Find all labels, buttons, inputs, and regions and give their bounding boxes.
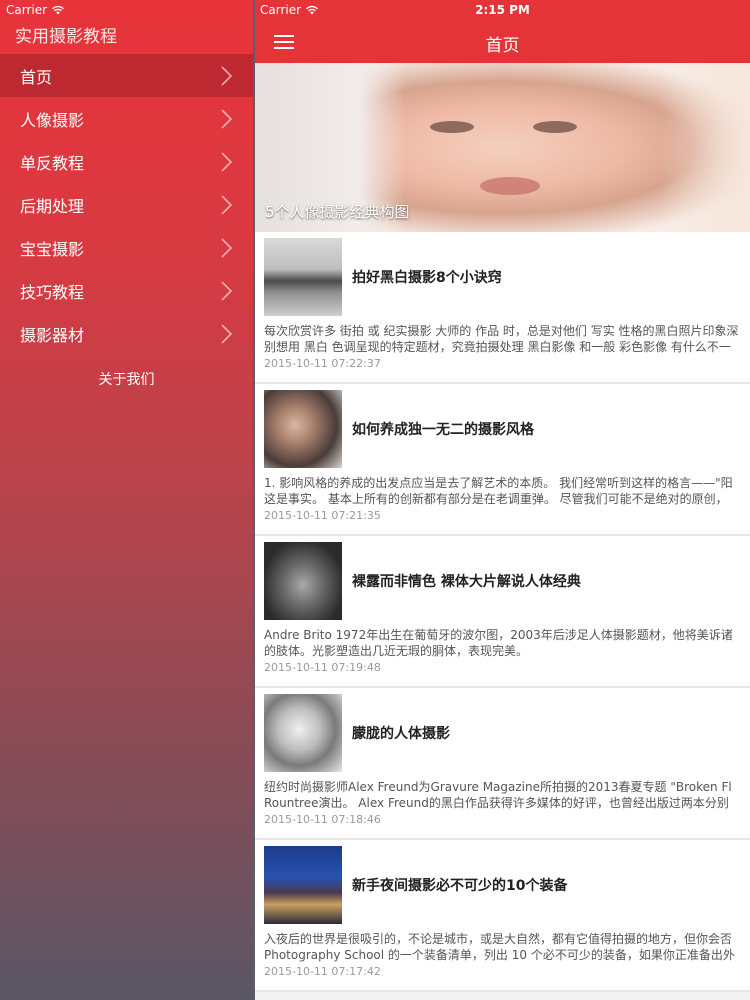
- article-title: 裸露而非情色 裸体大片解说人体经典: [352, 574, 581, 590]
- sidebar: Carrier 实用摄影教程 首页 人像摄影 单反教程 后期处理 宝宝摄影 技巧…: [0, 0, 253, 1000]
- article-thumbnail: [264, 694, 342, 772]
- sidebar-item-gear[interactable]: 摄影器材: [0, 312, 253, 355]
- carrier-label: Carrier: [6, 3, 48, 17]
- article-summary: 每次欣赏许多 街拍 或 纪实摄影 大师的 作品 时，总是对他们 写实 性格的黑白…: [264, 324, 739, 354]
- sidebar-item-baby[interactable]: 宝宝摄影: [0, 226, 253, 269]
- sidebar-item-label: 技巧教程: [20, 282, 85, 302]
- article-thumbnail: [264, 238, 342, 316]
- navigation-bar: Carrier 2:15 PM 首页: [255, 0, 750, 63]
- article-date: 2015-10-11 07:22:37: [264, 357, 381, 370]
- about-us-link[interactable]: 关于我们: [0, 369, 253, 389]
- sidebar-item-label: 首页: [20, 67, 53, 87]
- article-date: 2015-10-11 07:21:35: [264, 509, 381, 522]
- chevron-right-icon: [221, 151, 233, 172]
- sidebar-item-label: 单反教程: [20, 153, 85, 173]
- sidebar-item-label: 宝宝摄影: [20, 239, 85, 259]
- article-item[interactable]: 裸露而非情色 裸体大片解说人体经典 Andre Brito 1972年出生在葡萄…: [255, 536, 750, 688]
- article-summary: Andre Brito 1972年出生在葡萄牙的波尔图，2003年后涉足人体摄影…: [264, 628, 733, 658]
- article-thumbnail: [264, 542, 342, 620]
- sidebar-menu: 首页 人像摄影 单反教程 后期处理 宝宝摄影 技巧教程 摄影器材: [0, 54, 253, 355]
- app-title: 实用摄影教程: [15, 27, 117, 47]
- hero-image-lips: [480, 177, 540, 195]
- article-thumbnail: [264, 846, 342, 924]
- hero-image-eye: [533, 121, 577, 133]
- article-title: 拍好黑白摄影8个小诀窍: [352, 270, 502, 286]
- article-date: 2015-10-11 07:18:46: [264, 813, 381, 826]
- article-item[interactable]: 朦胧的人体摄影 纽约时尚摄影师Alex Freund为Gravure Magaz…: [255, 688, 750, 840]
- article-summary: 入夜后的世界是很吸引的，不论是城市，或是大自然，都有它值得拍摄的地方，但你会否 …: [264, 932, 735, 962]
- hero-caption: 5个人像摄影经典构图: [265, 203, 410, 221]
- hero-image-eye: [430, 121, 474, 133]
- article-thumbnail: [264, 390, 342, 468]
- article-title: 如何养成独一无二的摄影风格: [352, 422, 534, 438]
- sidebar-item-portrait[interactable]: 人像摄影: [0, 97, 253, 140]
- sidebar-item-label: 后期处理: [20, 196, 85, 216]
- chevron-right-icon: [221, 280, 233, 301]
- sidebar-item-postprocessing[interactable]: 后期处理: [0, 183, 253, 226]
- article-item[interactable]: 拍好黑白摄影8个小诀窍 每次欣赏许多 街拍 或 纪实摄影 大师的 作品 时，总是…: [255, 232, 750, 384]
- status-time: 2:15 PM: [475, 3, 530, 17]
- article-date: 2015-10-11 07:19:48: [264, 661, 381, 674]
- sidebar-status-bar: Carrier: [0, 0, 253, 20]
- sidebar-item-dslr[interactable]: 单反教程: [0, 140, 253, 183]
- article-item[interactable]: 如何养成独一无二的摄影风格 1. 影响风格的养成的出发点应当是去了解艺术的本质。…: [255, 384, 750, 536]
- wifi-icon: [52, 5, 64, 15]
- main-panel: Carrier 2:15 PM 首页 5个人像摄影经典构图 拍好黑白摄影8个小诀…: [255, 0, 750, 1000]
- hero-image-hand: [660, 63, 750, 232]
- article-title: 新手夜间摄影必不可少的10个装备: [352, 878, 568, 894]
- sidebar-item-tips[interactable]: 技巧教程: [0, 269, 253, 312]
- article-date: 2015-10-11 07:17:42: [264, 965, 381, 978]
- chevron-right-icon: [221, 108, 233, 129]
- article-item[interactable]: 新手夜间摄影必不可少的10个装备 入夜后的世界是很吸引的，不论是城市，或是大自然…: [255, 840, 750, 992]
- article-summary: 纽约时尚摄影师Alex Freund为Gravure Magazine所拍摄的2…: [264, 780, 732, 810]
- sidebar-item-label: 摄影器材: [20, 325, 85, 345]
- hero-banner[interactable]: 5个人像摄影经典构图: [255, 63, 750, 232]
- article-title: 朦胧的人体摄影: [352, 726, 450, 742]
- chevron-right-icon: [221, 65, 233, 86]
- chevron-right-icon: [221, 323, 233, 344]
- page-title: 首页: [485, 36, 520, 56]
- article-summary: 1. 影响风格的养成的出发点应当是去了解艺术的本质。 我们经常听到这样的格言——…: [264, 476, 733, 506]
- chevron-right-icon: [221, 194, 233, 215]
- sidebar-item-home[interactable]: 首页: [0, 54, 253, 97]
- chevron-right-icon: [221, 237, 233, 258]
- sidebar-item-label: 人像摄影: [20, 110, 85, 130]
